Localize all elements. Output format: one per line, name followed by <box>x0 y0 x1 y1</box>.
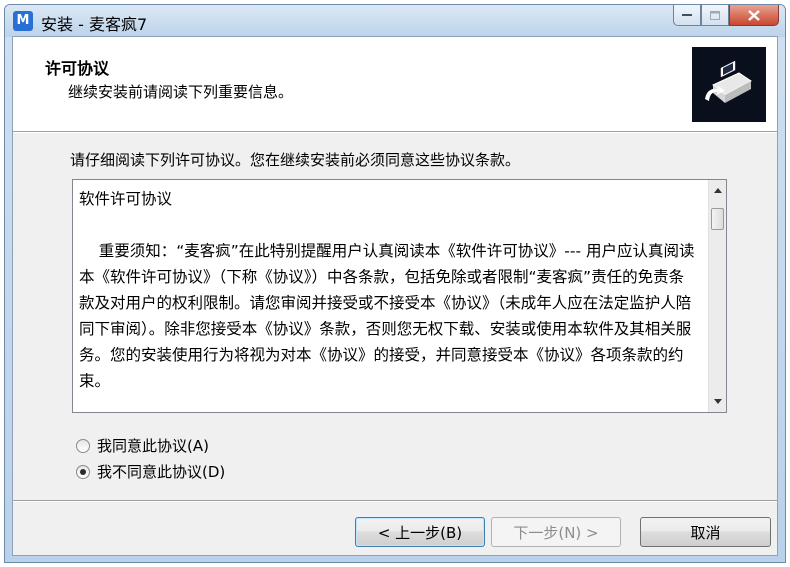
scroll-up-button[interactable] <box>709 182 726 199</box>
close-button[interactable] <box>729 5 779 26</box>
header-panel: 许可协议 继续安装前请阅读下列重要信息。 <box>13 37 777 132</box>
minimize-button[interactable] <box>673 5 701 26</box>
app-logo-icon: M <box>13 11 33 31</box>
window-controls <box>673 5 779 27</box>
cancel-button[interactable]: 取消 <box>640 517 771 547</box>
license-prompt: 请仔细阅读下列许可协议。您在继续安装前必须同意这些协议条款。 <box>70 151 521 169</box>
accept-option[interactable]: 我同意此协议(A) <box>76 435 209 456</box>
installer-logo <box>692 47 766 122</box>
maximize-icon <box>710 10 720 20</box>
dialog-client: 许可协议 继续安装前请阅读下列重要信息。 请仔细阅读下列许可协议。您在继续安装前… <box>12 36 778 556</box>
chevron-down-icon <box>713 399 722 404</box>
license-text: 软件许可协议 重要须知：“麦客疯”在此特别提醒用户认真阅读本《软件许可协议》--… <box>79 190 695 390</box>
title-bar[interactable]: M 安装 - 麦客疯7 <box>5 5 785 37</box>
chevron-up-icon <box>713 188 722 193</box>
page-subtitle: 继续安装前请阅读下列重要信息。 <box>68 83 294 101</box>
installer-window: M 安装 - 麦客疯7 许可协议 继续安装前请阅读下列重要信息。 请仔细阅读下列… <box>4 4 786 563</box>
decline-label: 我不同意此协议(D) <box>97 463 226 481</box>
maximize-button <box>701 5 729 26</box>
computer-install-icon <box>705 60 752 103</box>
page-title: 许可协议 <box>45 59 110 78</box>
accept-label: 我同意此协议(A) <box>97 437 209 455</box>
window-title: 安装 - 麦客疯7 <box>41 15 148 34</box>
scroll-thumb[interactable] <box>711 208 724 230</box>
close-icon <box>748 9 760 21</box>
decline-option[interactable]: 我不同意此协议(D) <box>76 461 225 482</box>
minimize-icon <box>682 14 692 16</box>
decline-radio[interactable] <box>76 464 90 479</box>
license-textbox[interactable]: 软件许可协议 重要须知：“麦客疯”在此特别提醒用户认真阅读本《软件许可协议》--… <box>72 179 727 413</box>
header-divider <box>13 132 777 133</box>
scroll-down-button[interactable] <box>709 393 726 410</box>
license-scrollbar[interactable] <box>708 180 726 412</box>
back-button[interactable]: < 上一步(B) <box>355 517 485 547</box>
next-button[interactable]: 下一步(N) > <box>491 517 621 547</box>
accept-radio[interactable] <box>76 438 90 453</box>
